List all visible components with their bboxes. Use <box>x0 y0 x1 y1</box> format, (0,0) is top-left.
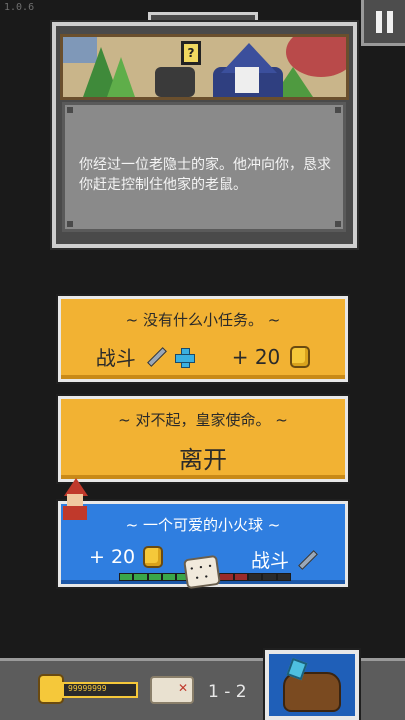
chance-bar-segment <box>162 574 176 580</box>
choice-reward: + 20 <box>231 344 281 369</box>
choice-leave-button[interactable]: ~ 对不起，皇家使命。 ~ 离开 <box>58 396 348 482</box>
gold-coin-icon <box>38 674 64 704</box>
stage-label: 1 - 2 <box>208 682 247 702</box>
choice-action: 战斗 <box>95 346 136 370</box>
pause-icon-left <box>376 10 382 33</box>
chance-bar-segment <box>134 574 147 580</box>
scene-grass <box>107 57 135 97</box>
event-scene-image: ? <box>60 34 349 100</box>
dice-icon <box>183 554 221 590</box>
inventory-bag-button[interactable] <box>265 650 359 720</box>
box-corner <box>335 221 341 227</box>
gold-coin-icon <box>290 345 311 368</box>
pause-button[interactable] <box>361 0 405 46</box>
box-corner <box>335 107 341 113</box>
box-corner <box>67 221 73 227</box>
choice-fight-button[interactable]: ~ 没有什么小任务。 ~ 战斗 + 20 <box>58 296 348 382</box>
question-mark-icon: ? <box>181 41 201 65</box>
choice-action: 离开 <box>179 446 227 474</box>
hermit-beard <box>235 67 259 93</box>
chance-bar-segment <box>263 574 276 580</box>
chance-bar-segment <box>248 574 262 580</box>
gold-count: 99999999 <box>68 684 107 693</box>
chance-bar-segment <box>220 574 233 580</box>
event-card: ? 你经过一位老隐士的家。他冲向你，恳求你赶走控制住他家的老鼠。 <box>52 22 357 248</box>
sword-icon <box>297 551 315 569</box>
bag-icon <box>283 672 341 712</box>
chance-bar-segment <box>148 574 161 580</box>
choice-title: ~ 对不起，皇家使命。 ~ <box>118 411 288 429</box>
hero-sprite <box>58 478 90 522</box>
choice-title: ~ 一个可爱的小火球 ~ <box>125 516 281 534</box>
event-description: 你经过一位老隐士的家。他冲向你，恳求你赶走控制住他家的老鼠。 <box>79 157 331 193</box>
gold-coin-icon <box>143 546 164 568</box>
choice-fireball-button[interactable]: ~ 一个可爱的小火球 ~ + 20 战斗 <box>58 501 348 590</box>
map-icon <box>150 676 194 704</box>
chance-bar-segment <box>234 574 247 580</box>
event-description-box: 你经过一位老隐士的家。他冲向你，恳求你赶走控制住他家的老鼠。 <box>62 102 346 232</box>
sword-icon <box>146 348 164 366</box>
gold-counter: 99999999 <box>38 674 138 704</box>
chance-bar-segment <box>277 574 290 580</box>
box-corner <box>67 107 73 113</box>
chance-bar-segment <box>120 574 133 580</box>
hero-body <box>63 506 87 520</box>
version-label: 1.0.6 <box>4 2 35 13</box>
pause-icon-right <box>387 10 393 33</box>
choice-action: 战斗 <box>251 550 290 572</box>
hero-face <box>67 494 83 506</box>
choice-reward: + 20 <box>89 546 136 568</box>
map-button[interactable]: 1 - 2 <box>150 670 250 710</box>
scene-rat <box>155 67 195 97</box>
choice-title: ~ 没有什么小任务。 ~ <box>125 311 281 329</box>
heal-cross-icon <box>174 347 195 368</box>
